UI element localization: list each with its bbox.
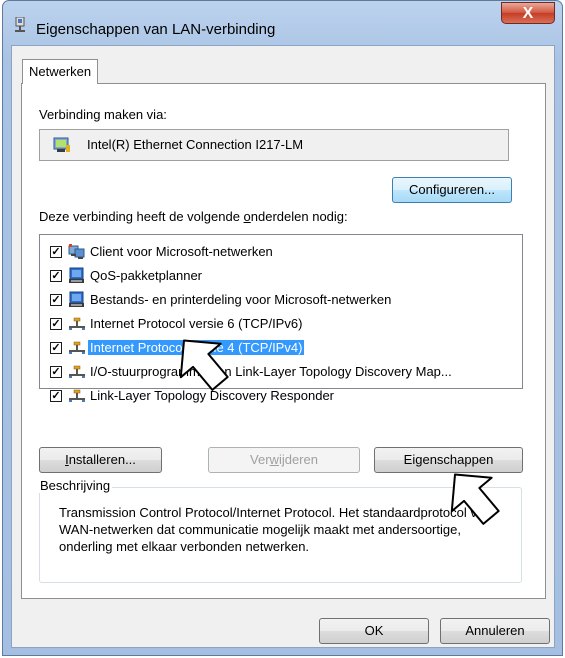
network-service-icon bbox=[68, 267, 86, 285]
close-button[interactable]: X bbox=[501, 2, 555, 24]
list-item[interactable]: ✓ Client voor Microsoft-netwerken bbox=[40, 242, 518, 264]
network-client-icon bbox=[68, 243, 86, 261]
description-text: Transmission Control Protocol/Internet P… bbox=[59, 505, 496, 554]
item-checkbox[interactable]: ✓ bbox=[50, 366, 62, 378]
remove-button[interactable]: Verwijderen bbox=[208, 447, 360, 473]
item-checkbox[interactable]: ✓ bbox=[50, 390, 62, 402]
item-checkbox[interactable]: ✓ bbox=[50, 246, 62, 258]
install-label: nstalleren... bbox=[68, 452, 136, 467]
dialog-window: Eigenschappen van LAN-verbinding X Netwe… bbox=[2, 0, 563, 656]
network-adapter-icon bbox=[53, 137, 70, 152]
item-checkbox[interactable]: ✓ bbox=[50, 270, 62, 282]
network-service-icon bbox=[68, 291, 86, 309]
configure-button[interactable]: Configureren... bbox=[392, 177, 512, 203]
protocol-icon bbox=[68, 363, 86, 381]
protocol-icon bbox=[68, 387, 86, 405]
protocol-icon bbox=[68, 339, 86, 357]
remove-accesskey: w bbox=[269, 452, 279, 467]
tab-netwerken[interactable]: Netwerken bbox=[22, 59, 99, 84]
description-legend: Beschrijving bbox=[38, 478, 113, 493]
components-label: Deze verbinding heeft de volgende onderd… bbox=[39, 209, 348, 224]
list-item[interactable]: ✓Internet Protocol versie 4 (TCP/IPv4) bbox=[40, 338, 518, 360]
pointer-arrow-icon bbox=[179, 339, 229, 391]
item-label: Bestands- en printerdeling voor Microsof… bbox=[90, 292, 392, 307]
remove-label-post: ijderen bbox=[278, 452, 318, 467]
list-item[interactable]: ✓ QoS-pakketplanner bbox=[40, 266, 518, 288]
close-icon: X bbox=[522, 5, 534, 22]
remove-label-pre: Ver bbox=[250, 452, 270, 467]
components-label-post: nderdelen nodig: bbox=[250, 209, 348, 224]
connect-via-label: Verbinding maken via: bbox=[39, 107, 167, 122]
title-bar[interactable]: Eigenschappen van LAN-verbinding X bbox=[3, 1, 562, 43]
list-item[interactable]: ✓ I/O-stuurprogramma van Link-Layer Topol… bbox=[40, 362, 518, 384]
cancel-button[interactable]: Annuleren bbox=[440, 618, 550, 644]
adapter-name: Intel(R) Ethernet Connection I217-LM bbox=[87, 137, 304, 152]
components-list[interactable]: ✓ Client voor Microsoft-netwerken ✓ QoS-pak… bbox=[39, 234, 523, 403]
item-label: Internet Protocol versie 6 (TCP/IPv6) bbox=[90, 316, 303, 331]
list-item[interactable]: ✓ Bestands- en printerdeling voor Microso… bbox=[40, 290, 518, 312]
item-label: I/O-stuurprogramma van Link-Layer Topolo… bbox=[90, 364, 452, 379]
list-item[interactable]: ✓ Internet Protocol versie 6 (TCP/IPv6) bbox=[40, 314, 518, 336]
list-item[interactable]: ✓ Link-Layer Topology Discovery Responder bbox=[40, 386, 518, 408]
protocol-icon bbox=[68, 315, 86, 333]
components-label-pre: Deze verbinding heeft de volgende bbox=[39, 209, 244, 224]
components-label-accesskey: o bbox=[243, 209, 251, 224]
item-checkbox[interactable]: ✓ bbox=[50, 318, 62, 330]
pointer-arrow-icon bbox=[450, 473, 500, 525]
ok-button[interactable]: OK bbox=[319, 618, 429, 644]
item-checkbox[interactable]: ✓ bbox=[50, 294, 62, 306]
window-title: Eigenschappen van LAN-verbinding bbox=[36, 21, 276, 38]
dialog-client-area: Netwerken Verbinding maken via: Intel(R)… bbox=[11, 45, 555, 648]
adapter-box: Intel(R) Ethernet Connection I217-LM bbox=[39, 129, 509, 161]
network-icon bbox=[15, 17, 25, 32]
item-label: QoS-pakketplanner bbox=[90, 268, 203, 283]
item-label: Client voor Microsoft-netwerken bbox=[90, 244, 273, 259]
item-checkbox[interactable]: ✓ bbox=[50, 342, 62, 354]
install-button[interactable]: Installeren... bbox=[39, 447, 162, 473]
